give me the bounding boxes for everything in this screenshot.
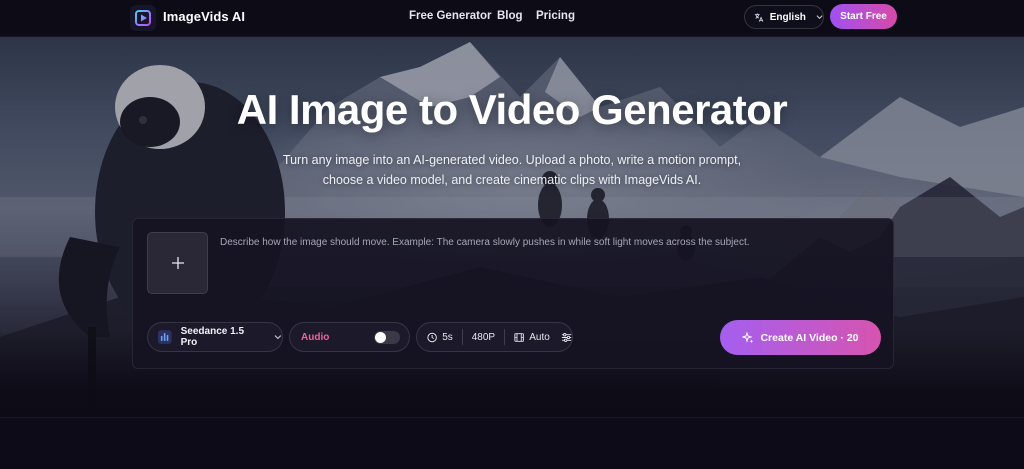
sparkle-icon	[742, 331, 754, 343]
audio-toggle[interactable]	[374, 331, 400, 344]
resolution-value[interactable]: 480P	[472, 332, 495, 343]
audio-toggle-pill[interactable]: Audio	[289, 322, 410, 352]
sliders-icon[interactable]	[561, 332, 572, 343]
clock-icon	[427, 332, 437, 342]
plus-icon	[171, 257, 184, 269]
film-icon	[514, 332, 524, 342]
create-video-label: Create AI Video · 20	[760, 331, 859, 344]
model-bars-icon	[158, 330, 172, 344]
chevron-down-icon	[274, 335, 282, 340]
image-upload-button[interactable]	[147, 232, 208, 294]
video-settings-pill[interactable]: 5s 480P Auto	[416, 322, 573, 352]
translate-icon	[754, 12, 764, 22]
model-selector[interactable]: Seedance 1.5 Pro	[147, 322, 283, 352]
nav-link-free-generator[interactable]: Free Generator	[409, 10, 491, 22]
page-subtitle: Turn any image into an AI-generated vide…	[282, 153, 742, 187]
language-selector[interactable]: English	[744, 5, 824, 29]
top-nav: ImageVids AI Free Generator Blog Pricing…	[0, 0, 1024, 37]
aspect-value[interactable]: Auto	[529, 332, 550, 343]
language-label: English	[769, 11, 806, 23]
chevron-down-icon	[816, 15, 823, 20]
brand-name[interactable]: ImageVids AI	[163, 9, 245, 24]
model-label: Seedance 1.5 Pro	[180, 326, 244, 348]
page-bottom	[0, 417, 1024, 469]
nav-link-pricing[interactable]: Pricing	[536, 10, 575, 22]
create-video-button[interactable]: Create AI Video · 20	[720, 320, 881, 355]
divider	[504, 329, 506, 345]
page-title: AI Image to Video Generator	[236, 86, 788, 133]
motion-prompt-input[interactable]: Describe how the image should move. Exam…	[220, 237, 840, 248]
duration-value[interactable]: 5s	[442, 332, 453, 343]
divider	[461, 329, 463, 345]
toggle-knob	[375, 332, 386, 343]
audio-label: Audio	[301, 331, 330, 343]
nav-link-blog[interactable]: Blog	[497, 10, 523, 22]
brand-logo-icon[interactable]	[130, 5, 156, 31]
start-free-button[interactable]: Start Free	[830, 4, 897, 29]
